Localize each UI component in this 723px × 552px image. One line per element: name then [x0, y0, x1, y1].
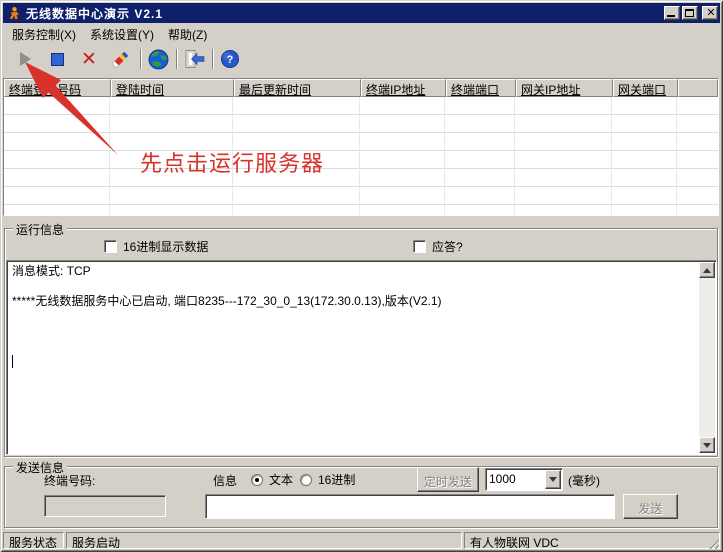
stop-icon: [51, 53, 64, 66]
checkbox-icon: [413, 240, 426, 253]
status-panel-brand: 有人物联网 VDC: [464, 532, 720, 549]
message-input[interactable]: [205, 494, 615, 519]
maximize-button[interactable]: [682, 6, 698, 20]
run-info-options: 16进制显示数据 应答?: [0, 238, 723, 254]
clear-button[interactable]: [109, 47, 133, 71]
col-gateway-port[interactable]: 网关端口: [613, 79, 678, 97]
checkbox-icon: [104, 240, 117, 253]
arrow-down-icon: [703, 443, 711, 448]
col-terminal-login-number[interactable]: 终端登陆号码: [4, 79, 111, 97]
menu-system-settings[interactable]: 系统设置(Y): [83, 24, 161, 45]
status-panel-label: 服务状态: [3, 532, 64, 549]
help-icon: ?: [220, 49, 240, 69]
run-info-title: 运行信息: [13, 221, 67, 238]
interval-value: 1000: [489, 472, 516, 486]
col-gateway-ip[interactable]: 网关IP地址: [516, 79, 613, 97]
log-line-2: *****无线数据服务中心已启动, 端口8235---172_30_0_13(1…: [12, 294, 442, 308]
close-icon: ✕: [703, 6, 719, 20]
log-textarea[interactable]: 消息模式: TCP *****无线数据服务中心已启动, 端口8235---172…: [6, 260, 717, 455]
terminal-number-input[interactable]: [44, 495, 166, 517]
menu-bar: 服务控制(X) 系统设置(Y) 帮助(Z): [3, 24, 720, 44]
terminal-number-label: 终端号码:: [44, 472, 95, 489]
exit-button[interactable]: [182, 47, 206, 71]
col-last-update-time[interactable]: 最后更新时间: [234, 79, 361, 97]
scroll-down-button[interactable]: [699, 437, 715, 453]
log-scrollbar[interactable]: [699, 262, 715, 453]
text-caret: [12, 355, 13, 368]
col-login-time[interactable]: 登陆时间: [111, 79, 234, 97]
col-terminal-port[interactable]: 终端端口: [446, 79, 516, 97]
chevron-down-icon: [549, 477, 557, 482]
exit-icon: [183, 49, 205, 69]
send-button[interactable]: 发送: [623, 494, 678, 519]
hex-display-label: 16进制显示数据: [123, 240, 208, 254]
app-window: 无线数据中心演示 V2.1 ✕ 服务控制(X) 系统设置(Y) 帮助(Z) ✕: [0, 0, 723, 552]
radio-selected-icon: [251, 474, 263, 486]
arrow-up-icon: [703, 268, 711, 273]
hex-display-checkbox[interactable]: 16进制显示数据: [104, 238, 208, 255]
toolbar: ✕: [3, 44, 720, 76]
scroll-up-button[interactable]: [699, 262, 715, 278]
window-title: 无线数据中心演示 V2.1: [26, 5, 163, 22]
timed-send-button[interactable]: 定时发送: [417, 467, 479, 492]
interval-unit-label: (毫秒): [568, 472, 600, 489]
col-terminal-ip[interactable]: 终端IP地址: [361, 79, 446, 97]
col-filler: [678, 79, 718, 97]
radio-icon: [300, 474, 312, 486]
svg-text:?: ?: [227, 54, 234, 66]
status-panel-service: 服务启动: [66, 532, 462, 549]
message-label: 信息: [213, 472, 237, 489]
status-bar: 服务状态 服务启动 有人物联网 VDC: [3, 529, 720, 550]
run-server-button[interactable]: [13, 47, 37, 71]
title-bar[interactable]: 无线数据中心演示 V2.1 ✕: [3, 3, 720, 23]
toolbar-separator: [176, 49, 178, 69]
ack-checkbox[interactable]: 应答?: [413, 238, 463, 255]
combo-dropdown-button[interactable]: [545, 470, 561, 489]
radio-hex-label: 16进制: [318, 473, 355, 487]
stop-server-button[interactable]: [45, 47, 69, 71]
terminal-table: 终端登陆号码 登陆时间 最后更新时间 终端IP地址 终端端口 网关IP地址 网关…: [3, 78, 719, 216]
menu-help[interactable]: 帮助(Z): [161, 24, 214, 45]
eraser-icon: [111, 49, 131, 69]
radio-text-option[interactable]: 文本: [251, 471, 293, 488]
minimize-icon: [667, 15, 675, 17]
log-line-1: 消息模式: TCP: [12, 264, 91, 278]
delete-button[interactable]: ✕: [77, 47, 101, 71]
close-button[interactable]: ✕: [702, 6, 718, 20]
table-header-row: 终端登陆号码 登陆时间 最后更新时间 终端IP地址 终端端口 网关IP地址 网关…: [4, 79, 718, 97]
radio-text-label: 文本: [269, 473, 293, 487]
toolbar-separator: [140, 49, 142, 69]
toolbar-separator: [212, 49, 214, 69]
help-button[interactable]: ?: [218, 47, 242, 71]
minimize-button[interactable]: [664, 6, 680, 20]
table-body[interactable]: [4, 97, 718, 215]
interval-combobox[interactable]: 1000: [485, 468, 563, 491]
play-icon: [20, 52, 31, 66]
log-text: 消息模式: TCP *****无线数据服务中心已启动, 端口8235---172…: [9, 263, 698, 452]
menu-service-control[interactable]: 服务控制(X): [5, 24, 83, 45]
annotation-text: 先点击运行服务器: [140, 146, 324, 178]
radio-hex-option[interactable]: 16进制: [300, 471, 355, 488]
globe-icon: [148, 49, 169, 70]
person-icon: [7, 6, 22, 21]
network-button[interactable]: [146, 47, 170, 71]
ack-label: 应答?: [432, 240, 463, 254]
maximize-icon: [685, 9, 694, 17]
delete-icon: ✕: [81, 50, 97, 69]
